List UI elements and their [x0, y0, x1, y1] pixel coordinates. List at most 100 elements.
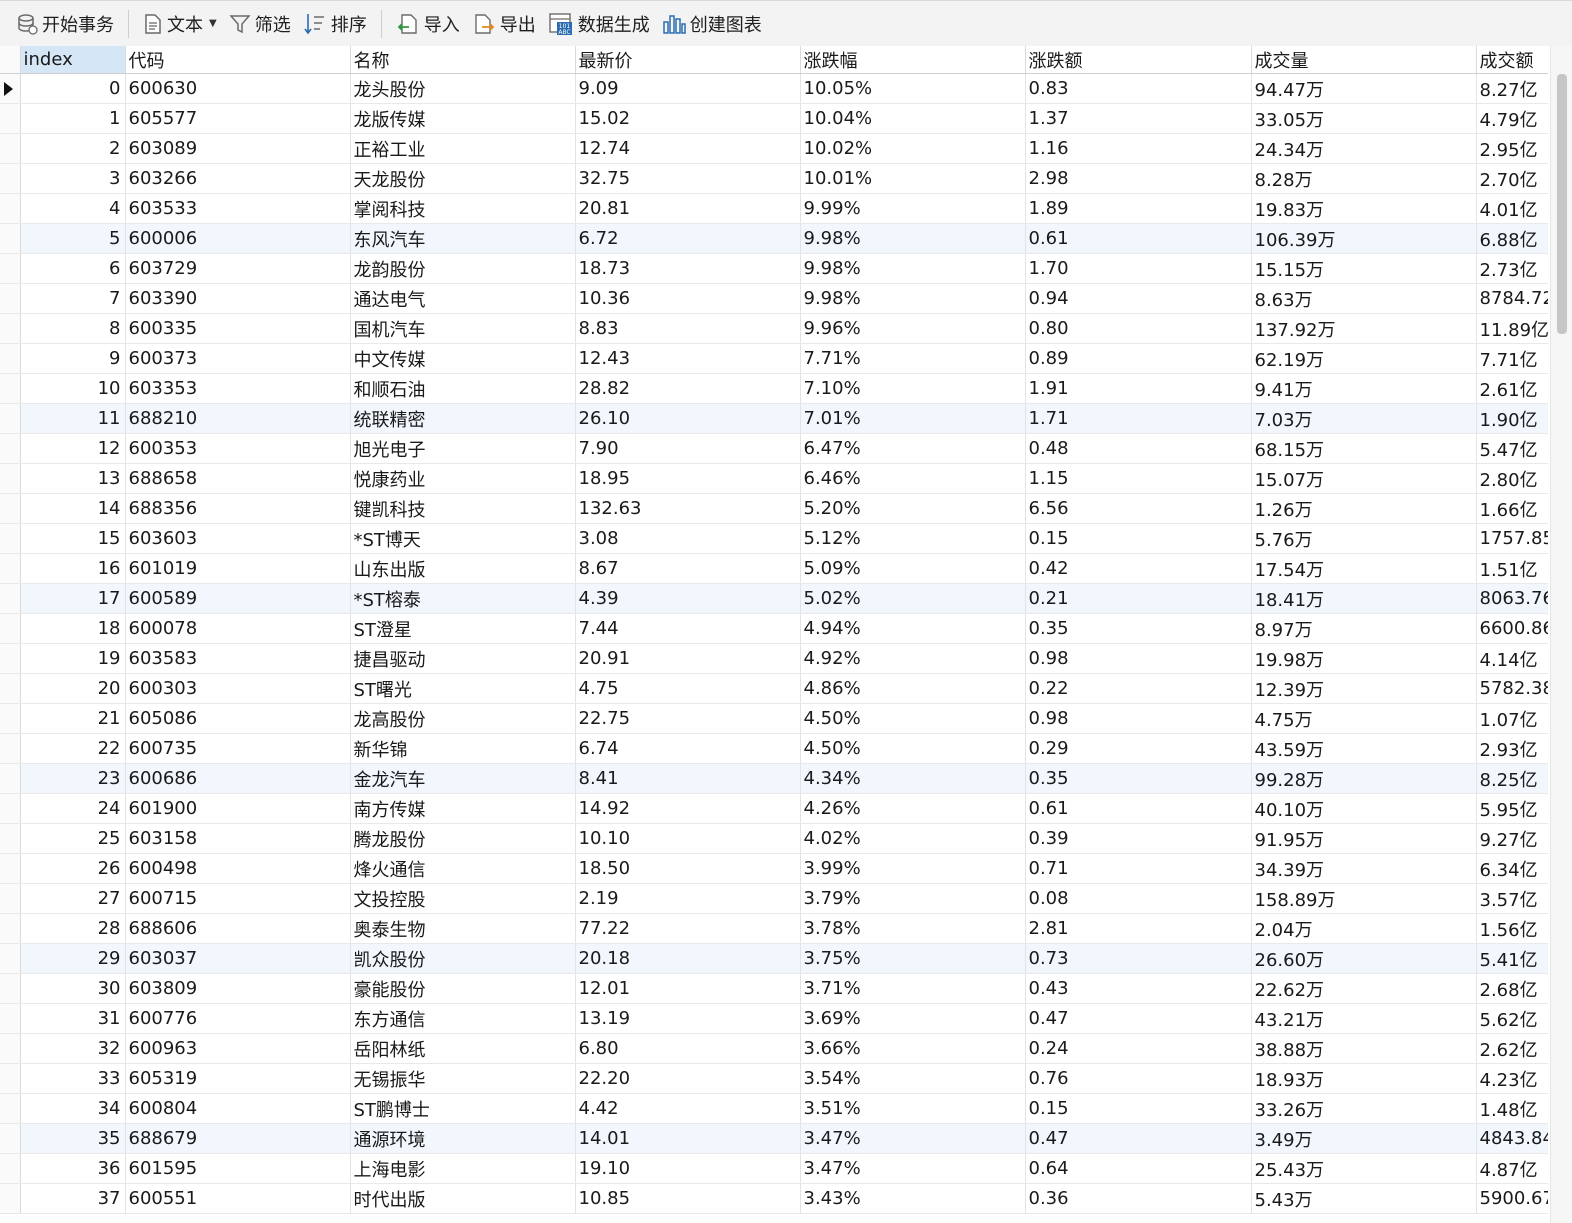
- cell-volume[interactable]: 1.26万: [1251, 493, 1477, 524]
- row-indicator[interactable]: [0, 133, 21, 164]
- cell-turnover[interactable]: 4.01亿: [1476, 193, 1548, 224]
- cell-turnover[interactable]: 5.95亿: [1476, 793, 1548, 824]
- row-indicator[interactable]: [0, 283, 21, 314]
- cell-change-percent[interactable]: 6.47%: [800, 433, 1026, 464]
- cell-turnover[interactable]: 5.62亿: [1476, 1003, 1548, 1034]
- cell-latest-price[interactable]: 7.90: [575, 433, 801, 464]
- cell-code[interactable]: 601595: [125, 1153, 351, 1184]
- cell-change-percent[interactable]: 9.99%: [800, 193, 1026, 224]
- cell-name[interactable]: 上海电影: [350, 1153, 576, 1184]
- row-indicator[interactable]: [0, 823, 21, 854]
- cell-change-percent[interactable]: 3.66%: [800, 1033, 1026, 1064]
- row-indicator[interactable]: [0, 1123, 21, 1154]
- row-indicator[interactable]: [0, 1003, 21, 1034]
- cell-turnover[interactable]: 9.27亿: [1476, 823, 1548, 854]
- cell-volume[interactable]: 43.59万: [1251, 733, 1477, 764]
- cell-name[interactable]: 捷昌驱动: [350, 643, 576, 674]
- row-indicator[interactable]: [0, 973, 21, 1004]
- table-row[interactable]: 22 600735 新华锦 6.74 4.50% 0.29 43.59万 2.93亿: [0, 733, 1548, 764]
- cell-latest-price[interactable]: 8.83: [575, 313, 801, 344]
- cell-index[interactable]: 18: [20, 613, 126, 644]
- cell-turnover[interactable]: 8.27亿: [1476, 73, 1548, 104]
- cell-index[interactable]: 22: [20, 733, 126, 764]
- cell-name[interactable]: 龙版传媒: [350, 103, 576, 134]
- cell-index[interactable]: 26: [20, 853, 126, 884]
- cell-change-amount[interactable]: 0.35: [1025, 613, 1252, 644]
- cell-index[interactable]: 8: [20, 313, 126, 344]
- table-row[interactable]: 26 600498 烽火通信 18.50 3.99% 0.71 34.39万 6.34亿: [0, 853, 1548, 884]
- table-row[interactable]: 14 688356 键凯科技 132.63 5.20% 6.56 1.26万 1.66亿: [0, 493, 1548, 524]
- table-row[interactable]: 8 600335 国机汽车 8.83 9.96% 0.80 137.92万 11.89亿: [0, 313, 1548, 344]
- cell-name[interactable]: 统联精密: [350, 403, 576, 434]
- column-header-change-percent[interactable]: 涨跌幅: [800, 46, 1026, 74]
- row-indicator[interactable]: [0, 943, 21, 974]
- cell-name[interactable]: 金龙汽车: [350, 763, 576, 794]
- cell-volume[interactable]: 106.39万: [1251, 223, 1477, 254]
- cell-volume[interactable]: 8.28万: [1251, 163, 1477, 194]
- cell-latest-price[interactable]: 77.22: [575, 913, 801, 944]
- cell-change-amount[interactable]: 6.56: [1025, 493, 1252, 524]
- table-row[interactable]: 32 600963 岳阳林纸 6.80 3.66% 0.24 38.88万 2.62亿: [0, 1033, 1548, 1064]
- cell-change-percent[interactable]: 10.01%: [800, 163, 1026, 194]
- cell-index[interactable]: 21: [20, 703, 126, 734]
- cell-change-amount[interactable]: 0.36: [1025, 1183, 1252, 1214]
- table-row[interactable]: 33 605319 无锡振华 22.20 3.54% 0.76 18.93万 4.23亿: [0, 1063, 1548, 1094]
- column-header-latest-price[interactable]: 最新价: [575, 46, 801, 74]
- cell-name[interactable]: 新华锦: [350, 733, 576, 764]
- cell-turnover[interactable]: 1.07亿: [1476, 703, 1548, 734]
- cell-code[interactable]: 688356: [125, 493, 351, 524]
- row-indicator[interactable]: [0, 193, 21, 224]
- cell-index[interactable]: 37: [20, 1183, 126, 1214]
- cell-change-percent[interactable]: 3.78%: [800, 913, 1026, 944]
- cell-latest-price[interactable]: 20.81: [575, 193, 801, 224]
- cell-index[interactable]: 2: [20, 133, 126, 164]
- column-header-turnover[interactable]: 成交额: [1476, 46, 1548, 74]
- cell-name[interactable]: 龙韵股份: [350, 253, 576, 284]
- cell-volume[interactable]: 40.10万: [1251, 793, 1477, 824]
- cell-change-percent[interactable]: 4.50%: [800, 733, 1026, 764]
- cell-change-percent[interactable]: 5.02%: [800, 583, 1026, 614]
- cell-turnover[interactable]: 2.61亿: [1476, 373, 1548, 404]
- cell-turnover[interactable]: 2.93亿: [1476, 733, 1548, 764]
- cell-change-amount[interactable]: 0.98: [1025, 643, 1252, 674]
- cell-code[interactable]: 688210: [125, 403, 351, 434]
- cell-code[interactable]: 603353: [125, 373, 351, 404]
- table-row[interactable]: 18 600078 ST澄星 7.44 4.94% 0.35 8.97万 6600.86: [0, 613, 1548, 644]
- table-row[interactable]: 37 600551 时代出版 10.85 3.43% 0.36 5.43万 5900.67: [0, 1183, 1548, 1214]
- cell-turnover[interactable]: 8063.76: [1476, 583, 1548, 614]
- cell-code[interactable]: 603037: [125, 943, 351, 974]
- cell-latest-price[interactable]: 14.92: [575, 793, 801, 824]
- cell-change-amount[interactable]: 0.98: [1025, 703, 1252, 734]
- row-indicator[interactable]: [0, 253, 21, 284]
- cell-latest-price[interactable]: 6.74: [575, 733, 801, 764]
- cell-volume[interactable]: 5.43万: [1251, 1183, 1477, 1214]
- cell-change-percent[interactable]: 3.54%: [800, 1063, 1026, 1094]
- cell-code[interactable]: 688606: [125, 913, 351, 944]
- cell-change-amount[interactable]: 0.73: [1025, 943, 1252, 974]
- row-indicator[interactable]: [0, 1153, 21, 1184]
- row-indicator[interactable]: [0, 853, 21, 884]
- cell-latest-price[interactable]: 10.85: [575, 1183, 801, 1214]
- cell-latest-price[interactable]: 18.50: [575, 853, 801, 884]
- cell-latest-price[interactable]: 18.73: [575, 253, 801, 284]
- cell-latest-price[interactable]: 3.08: [575, 523, 801, 554]
- cell-name[interactable]: 天龙股份: [350, 163, 576, 194]
- cell-latest-price[interactable]: 8.67: [575, 553, 801, 584]
- create-chart-button[interactable]: 创建图表: [656, 7, 768, 41]
- cell-change-percent[interactable]: 3.71%: [800, 973, 1026, 1004]
- cell-turnover[interactable]: 4.14亿: [1476, 643, 1548, 674]
- cell-index[interactable]: 27: [20, 883, 126, 914]
- cell-code[interactable]: 603158: [125, 823, 351, 854]
- cell-volume[interactable]: 19.98万: [1251, 643, 1477, 674]
- data-grid[interactable]: index 代码 名称 最新价 涨跌幅 涨跌额 成交量 成交额 0 600630 龙…: [0, 46, 1548, 1223]
- cell-index[interactable]: 29: [20, 943, 126, 974]
- cell-index[interactable]: 25: [20, 823, 126, 854]
- cell-change-percent[interactable]: 9.98%: [800, 223, 1026, 254]
- cell-volume[interactable]: 9.41万: [1251, 373, 1477, 404]
- cell-code[interactable]: 600735: [125, 733, 351, 764]
- cell-turnover[interactable]: 4843.84: [1476, 1123, 1548, 1154]
- cell-volume[interactable]: 15.07万: [1251, 463, 1477, 494]
- row-indicator[interactable]: [0, 1063, 21, 1094]
- cell-name[interactable]: 国机汽车: [350, 313, 576, 344]
- cell-name[interactable]: 龙头股份: [350, 73, 576, 104]
